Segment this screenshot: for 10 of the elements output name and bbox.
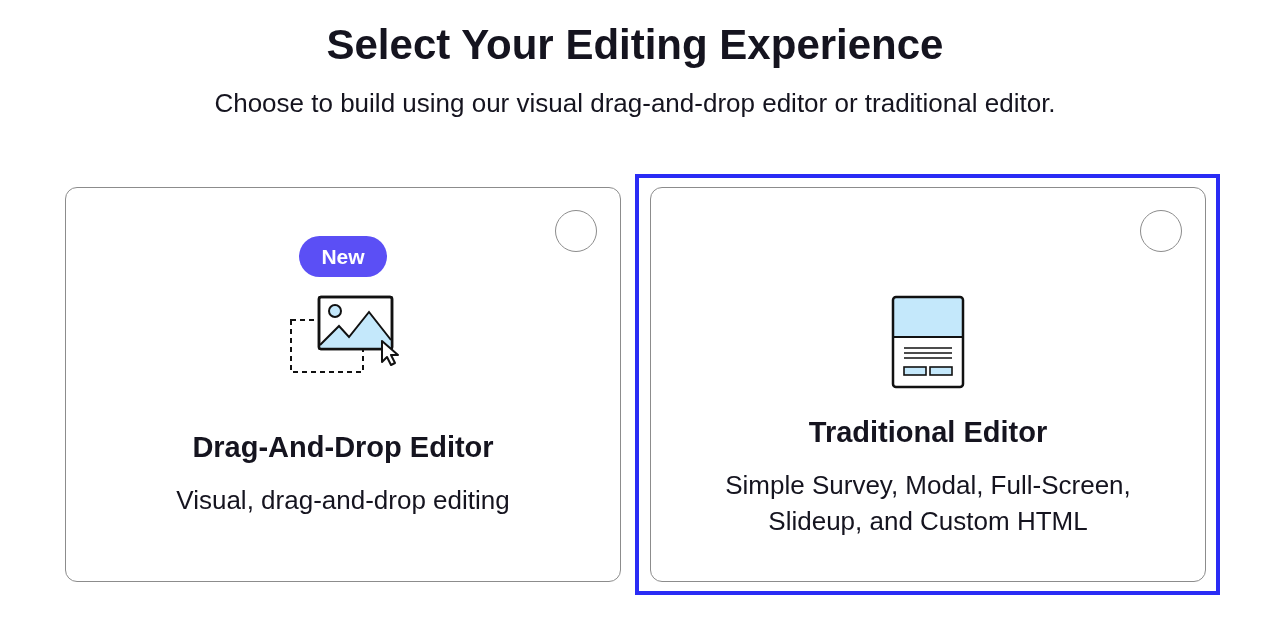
new-badge: New (299, 236, 387, 277)
option-description: Simple Survey, Modal, Full-Screen, Slideup, and Custom HTML (724, 469, 1132, 538)
option-title: Traditional Editor (808, 415, 1048, 450)
option-card[interactable]: Traditional Editor Simple Survey, Modal, Full-Screen, Slideup, and Custom HTML (650, 187, 1206, 582)
option-description: Visual, drag-and-drop editing (176, 484, 510, 517)
page-layout-icon (891, 295, 965, 389)
option-title: Drag-And-Drop Editor (192, 430, 494, 465)
page-subheading: Choose to build using our visual drag-and-drop editor or traditional editor. (214, 87, 1056, 119)
page-heading: Select Your Editing Experience (326, 20, 944, 70)
option-card[interactable]: New Drag-And-Drop Editor Visual, drag-and-drop editing (65, 187, 621, 582)
